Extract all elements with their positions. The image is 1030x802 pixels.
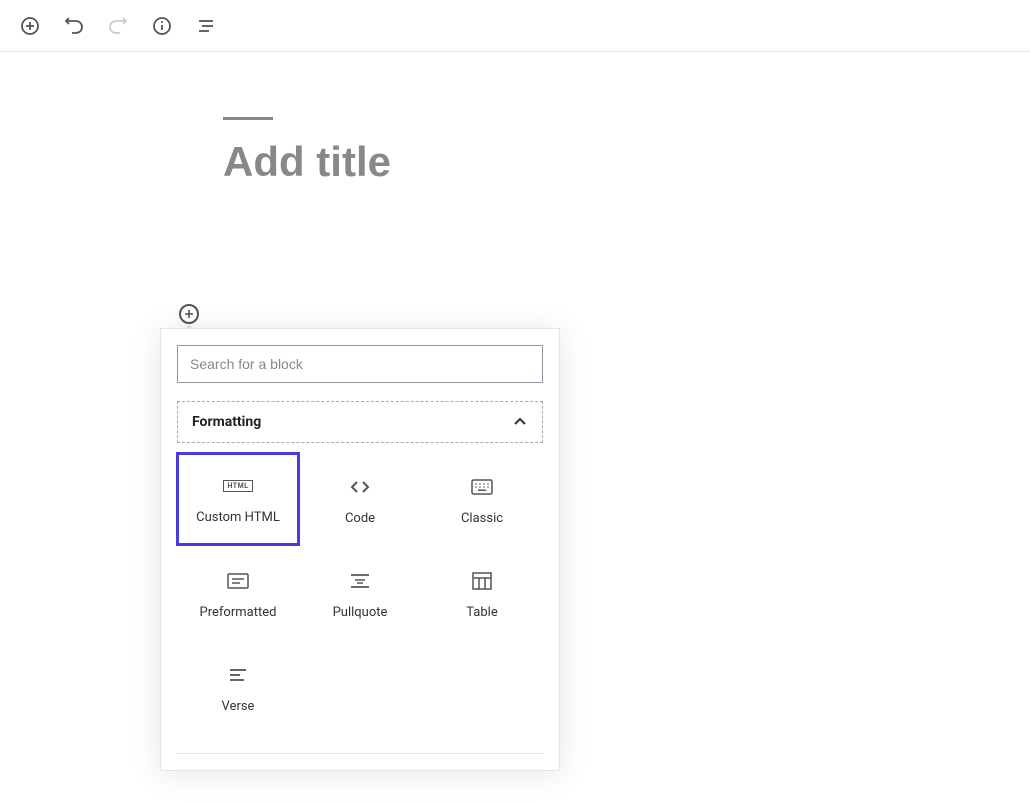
divider	[177, 753, 543, 754]
block-search-input[interactable]	[177, 345, 543, 383]
block-preformatted[interactable]: Preformatted	[177, 547, 299, 641]
preformatted-icon	[226, 569, 250, 593]
block-label: Custom HTML	[196, 510, 280, 525]
verse-icon	[226, 663, 250, 687]
top-toolbar	[0, 0, 1030, 52]
redo-button[interactable]	[106, 14, 130, 38]
add-block-button[interactable]	[18, 14, 42, 38]
block-label: Classic	[461, 511, 503, 526]
pullquote-icon	[348, 569, 372, 593]
block-inserter-popover: Formatting HTML Custom HTML Code	[160, 328, 560, 771]
outline-button[interactable]	[194, 14, 218, 38]
chevron-up-icon	[512, 414, 528, 430]
table-icon	[470, 569, 494, 593]
title-decoration	[223, 117, 273, 120]
category-formatting-toggle[interactable]: Formatting	[177, 401, 543, 443]
block-label: Code	[345, 511, 375, 526]
block-verse[interactable]: Verse	[177, 641, 299, 735]
undo-button[interactable]	[62, 14, 86, 38]
block-label: Table	[466, 605, 497, 620]
block-pullquote[interactable]: Pullquote	[299, 547, 421, 641]
category-title: Formatting	[192, 414, 261, 430]
editor-area: Formatting HTML Custom HTML Code	[0, 52, 1030, 186]
block-code[interactable]: Code	[299, 453, 421, 547]
block-label: Verse	[222, 699, 255, 714]
blocks-grid: HTML Custom HTML Code Classic	[177, 453, 543, 735]
html-icon: HTML	[226, 474, 250, 498]
block-table[interactable]: Table	[421, 547, 543, 641]
info-button[interactable]	[150, 14, 174, 38]
block-custom-html[interactable]: HTML Custom HTML	[176, 452, 300, 546]
keyboard-icon	[470, 475, 494, 499]
title-input[interactable]	[223, 138, 723, 186]
block-label: Pullquote	[333, 605, 388, 620]
block-label: Preformatted	[200, 605, 277, 620]
block-classic[interactable]: Classic	[421, 453, 543, 547]
inserter-toggle-button[interactable]	[179, 304, 199, 324]
code-icon	[348, 475, 372, 499]
